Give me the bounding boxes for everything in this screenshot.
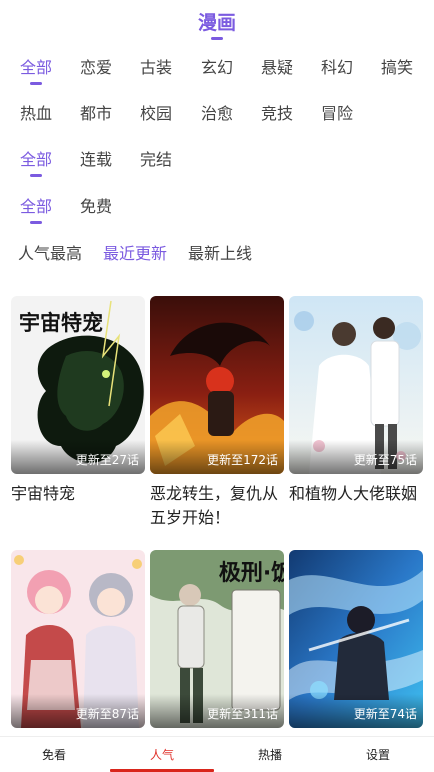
tab-settings[interactable]: 设置 <box>324 737 432 772</box>
comic-card[interactable]: 更新至172话 恶龙转生，复仇从五岁开始！ <box>150 296 284 530</box>
svg-text:极刑·饭: 极刑·饭 <box>219 560 284 586</box>
update-badge: 更新至87话 <box>75 707 139 721</box>
update-badge: 更新至172话 <box>207 453 278 467</box>
app-header: 漫画 <box>0 0 434 46</box>
genre-chip-adventure[interactable]: 冒险 <box>321 94 353 134</box>
sort-newest[interactable]: 最新上线 <box>188 234 252 274</box>
comic-title[interactable]: 和植物人大佬联姻 <box>289 482 423 530</box>
sort-recently-updated[interactable]: 最近更新 <box>103 234 167 274</box>
comic-cover[interactable]: 更新至87话 <box>11 550 145 728</box>
genre-chip-mystery[interactable]: 悬疑 <box>261 48 293 88</box>
update-badge: 更新至27话 <box>75 453 139 467</box>
comic-cover[interactable]: 极刑·饭 更新至311话 <box>150 550 284 728</box>
price-filter-row: 全部 免费 <box>0 187 434 227</box>
genre-chip-all[interactable]: 全部 <box>20 48 52 88</box>
status-chip-completed[interactable]: 完结 <box>140 140 172 180</box>
genre-chip-healing[interactable]: 治愈 <box>201 94 233 134</box>
status-chip-all[interactable]: 全部 <box>20 140 52 180</box>
comic-title[interactable]: 宇宙特宠 <box>11 482 145 530</box>
comic-cover[interactable]: 更新至75话 <box>289 296 423 474</box>
bottom-tab-bar: 免看 人气 热播 设置 <box>0 736 434 772</box>
status-chip-ongoing[interactable]: 连载 <box>80 140 112 180</box>
comic-cover[interactable]: 宇宙特宠 更新至27话 <box>11 296 145 474</box>
tab-trending[interactable]: 热播 <box>216 737 324 772</box>
genre-chip-comedy[interactable]: 搞笑 <box>381 48 413 88</box>
genre-chip-urban[interactable]: 都市 <box>80 94 112 134</box>
update-badge: 更新至75话 <box>353 453 417 467</box>
price-chip-free[interactable]: 免费 <box>80 187 112 227</box>
genre-filter-row-1: 全部 恋爱 古装 玄幻 悬疑 科幻 搞笑 <box>0 48 434 88</box>
genre-chip-romance[interactable]: 恋爱 <box>80 48 112 88</box>
genre-chip-campus[interactable]: 校园 <box>140 94 172 134</box>
comic-cover[interactable]: 更新至172话 <box>150 296 284 474</box>
genre-chip-action[interactable]: 热血 <box>20 94 52 134</box>
sort-most-popular[interactable]: 人气最高 <box>18 234 82 274</box>
tab-popular[interactable]: 人气 <box>108 737 216 772</box>
comic-card[interactable]: 宇宙特宠 更新至27话 宇宙特宠 <box>11 296 145 530</box>
comic-card[interactable]: 更新至75话 和植物人大佬联姻 <box>289 296 423 530</box>
cover-title-text: 宇宙特宠 <box>19 311 103 335</box>
genre-chip-scifi[interactable]: 科幻 <box>321 48 353 88</box>
svg-text:宇宙特宠: 宇宙特宠 <box>19 311 103 335</box>
sort-row: 人气最高 最近更新 最新上线 <box>0 234 434 274</box>
genre-chip-costume[interactable]: 古装 <box>140 48 172 88</box>
tab-free[interactable]: 免看 <box>0 737 108 772</box>
page-title: 漫画 <box>197 12 236 34</box>
genre-chip-fantasy[interactable]: 玄幻 <box>201 48 233 88</box>
genre-filter-row-2: 热血 都市 校园 治愈 竞技 冒险 <box>0 94 434 134</box>
cover-title-text: 极刑·饭 <box>219 560 284 586</box>
comic-cover[interactable]: 更新至74话 <box>289 550 423 728</box>
price-chip-all[interactable]: 全部 <box>20 187 52 227</box>
status-filter-row: 全部 连载 完结 <box>0 140 434 180</box>
update-badge: 更新至311话 <box>207 707 278 721</box>
genre-chip-sports[interactable]: 竞技 <box>261 94 293 134</box>
update-badge: 更新至74话 <box>353 707 417 721</box>
comic-title[interactable]: 恶龙转生，复仇从五岁开始！ <box>150 482 284 530</box>
title-underline <box>211 37 223 40</box>
